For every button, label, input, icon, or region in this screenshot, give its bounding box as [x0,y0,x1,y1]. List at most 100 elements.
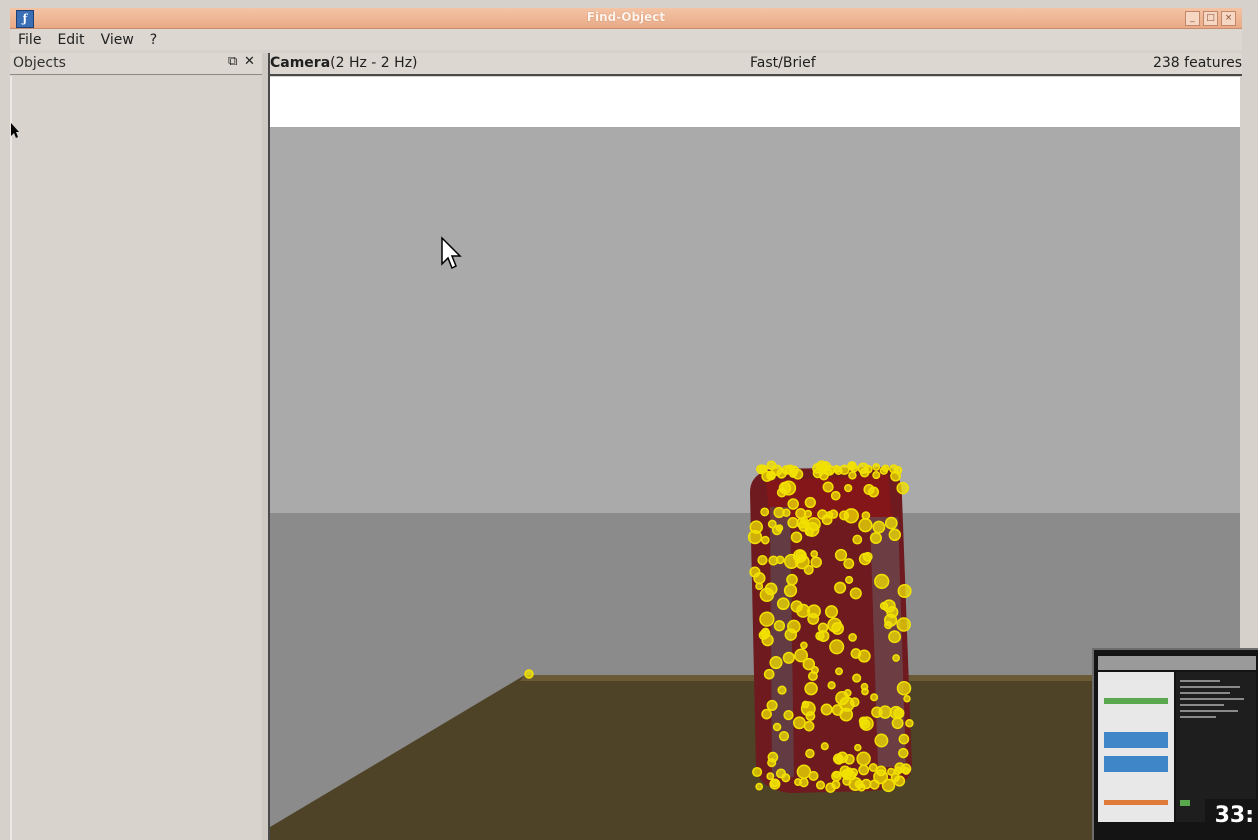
feature-point [757,554,768,566]
feature-point [804,496,816,509]
dock-float-icon[interactable]: ⧉ [228,54,237,69]
feature-point [772,722,782,732]
menu-edit[interactable]: Edit [49,32,92,48]
feature-point [769,778,781,790]
find-object-window: ƒ Find-Object _ □ × File Edit View ? Obj… [0,0,1258,840]
feature-point [825,510,834,519]
feature-point [804,526,815,537]
feature-point [783,583,798,598]
feature-point [766,772,775,781]
feature-point [861,511,871,520]
feature-point [893,775,906,787]
feature-point [801,700,810,709]
feature-point [778,730,790,742]
window-controls: _ □ × [1185,11,1236,26]
feature-point [868,486,880,498]
feature-point [805,711,816,722]
feature-point [763,668,775,680]
feature-point [839,707,854,722]
feature-point [773,620,786,632]
feature-point [844,483,853,493]
feature-point [905,718,914,728]
feature-point [859,716,874,731]
feature-point [889,705,903,720]
feature-point [787,619,801,634]
feature-point [792,716,806,730]
feature-point [843,558,855,570]
feature-point [839,765,851,777]
close-icon[interactable]: × [1221,11,1236,26]
objects-dock-title: Objects [13,55,66,71]
feature-point [836,751,849,764]
feature-point [835,667,843,676]
feature-point [760,535,770,545]
feature-point [830,490,841,501]
feature-point [810,556,822,568]
feature-point [898,733,910,745]
feature-point [796,517,808,529]
menu-bar: File Edit View ? [10,29,1242,50]
feature-point [878,705,892,719]
feature-point [896,617,911,632]
feature-point [854,743,862,752]
feature-point [766,699,778,711]
mouse-cursor-icon [441,236,462,270]
feature-point [524,669,534,679]
maximize-icon[interactable]: □ [1203,11,1218,26]
feature-point [874,733,889,748]
objects-list[interactable] [10,76,263,840]
feature-point [815,780,826,790]
feature-point [790,531,803,543]
feature-point [820,703,833,716]
feature-point [796,764,812,780]
feature-point [756,464,766,475]
feature-point [861,778,872,790]
feature-point [749,520,764,534]
feature-point [857,649,871,663]
camera-header: Camera(2 Hz - 2 Hz) Fast/Brief 238 featu… [270,53,1242,76]
feature-point [769,656,783,670]
panel-splitter[interactable] [262,53,270,840]
menu-file[interactable]: File [10,32,49,48]
dock-close-icon[interactable]: ✕ [244,54,255,69]
feature-point [820,461,832,472]
feature-point [803,720,815,732]
feature-point [827,681,836,690]
feature-point [810,550,819,558]
menu-help[interactable]: ? [142,32,165,48]
feature-point [892,654,900,662]
feature-point [777,685,787,695]
feature-point [831,621,845,635]
feature-count: 238 features [1152,55,1242,71]
video-thumbnail[interactable]: 33: [1092,648,1258,840]
feature-point [834,548,848,562]
feature-point [752,766,763,778]
menu-view[interactable]: View [93,32,142,48]
feature-point [858,764,870,776]
feature-point [848,471,857,480]
title-bar[interactable]: ƒ Find-Object _ □ × [10,8,1242,29]
wall [270,127,1240,517]
feature-point [759,611,775,627]
feature-point [787,498,799,510]
feature-point [798,777,809,788]
feature-point [766,471,776,481]
feature-point [843,689,852,697]
camera-label: Camera(2 Hz - 2 Hz) [270,55,418,71]
feature-point [870,693,879,702]
feature-point [755,582,764,591]
feature-point [808,770,819,781]
feature-point [749,566,761,578]
feature-point [887,767,896,776]
feature-point [881,464,890,472]
minimize-icon[interactable]: _ [1185,11,1200,26]
feature-point [794,554,810,570]
feature-point [847,462,856,471]
feature-point [760,507,770,517]
feature-point [869,531,882,545]
feature-point [805,748,815,759]
feature-point [761,633,774,647]
feature-point [775,555,785,565]
feature-point [872,471,881,480]
window-title: Find-Object [586,10,666,24]
